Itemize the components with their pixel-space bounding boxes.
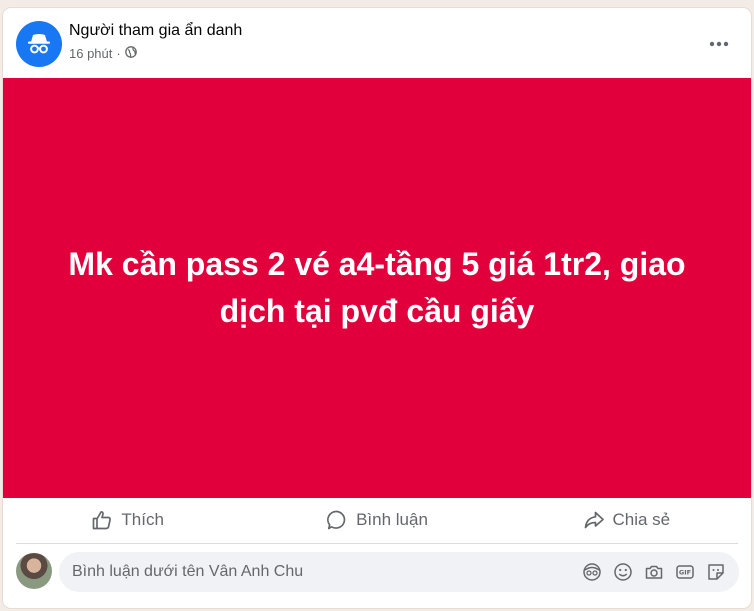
post-header: Người tham gia ẩn danh 16 phút · (3, 8, 751, 78)
post-content[interactable]: Mk cần pass 2 vé a4-tầng 5 giá 1tr2, gia… (3, 78, 751, 498)
like-label: Thích (121, 510, 164, 529)
comment-tools: GIF (581, 561, 727, 583)
more-options-button[interactable] (701, 26, 737, 62)
like-button[interactable]: Thích (3, 498, 252, 542)
anonymous-avatar-icon[interactable] (16, 21, 62, 67)
emoji-icon[interactable] (612, 561, 634, 583)
camera-icon[interactable] (643, 561, 665, 583)
post-actions: Thích Bình luận Chia sẻ (3, 498, 751, 542)
thumbs-up-icon (93, 511, 112, 530)
post-time[interactable]: 16 phút (69, 46, 112, 61)
meta-separator: · (116, 46, 121, 61)
gif-icon[interactable]: GIF (674, 561, 696, 583)
share-label: Chia sẻ (612, 510, 671, 529)
comment-placeholder: Bình luận dưới tên Vân Anh Chu (72, 563, 304, 580)
comment-button[interactable]: Bình luận (252, 498, 501, 542)
globe-icon (124, 46, 137, 61)
post-author[interactable]: Người tham gia ẩn danh (69, 22, 242, 40)
comment-label: Bình luận (356, 510, 428, 529)
sticker-icon[interactable] (705, 561, 727, 583)
comment-input[interactable]: Bình luận dưới tên Vân Anh Chu GIF (59, 552, 739, 592)
actions-divider (16, 543, 738, 544)
svg-text:GIF: GIF (679, 569, 691, 577)
comment-composer: Bình luận dưới tên Vân Anh Chu GIF (3, 552, 751, 592)
share-arrow-icon (584, 511, 604, 529)
post-card: Người tham gia ẩn danh 16 phút · Mk cần … (3, 8, 751, 608)
more-dots-icon (709, 41, 729, 47)
post-meta: 16 phút · (69, 46, 137, 61)
user-avatar[interactable] (16, 553, 52, 589)
avatar-sticker-icon[interactable] (581, 561, 603, 583)
share-button[interactable]: Chia sẻ (502, 498, 751, 542)
post-text: Mk cần pass 2 vé a4-tầng 5 giá 1tr2, gia… (68, 246, 686, 329)
comment-bubble-icon (327, 510, 346, 530)
